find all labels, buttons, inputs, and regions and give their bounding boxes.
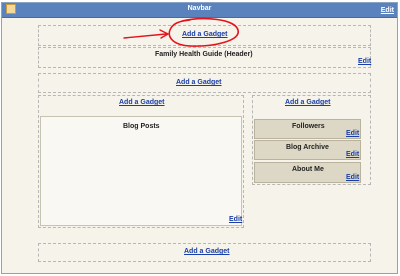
about-me-edit-link[interactable]: Edit xyxy=(346,174,359,181)
crosscolumn-gadget-slot: Add a Gadget xyxy=(38,73,371,93)
add-gadget-link-sidebar[interactable]: Add a Gadget xyxy=(285,99,331,106)
add-gadget-link-top[interactable]: Add a Gadget xyxy=(182,31,228,38)
blog-archive-edit-link[interactable]: Edit xyxy=(346,151,359,158)
blog-archive-title: Blog Archive xyxy=(286,144,329,151)
footer-gadget-slot: Add a Gadget xyxy=(38,243,371,262)
header-title: Family Health Guide (Header) xyxy=(155,51,253,58)
blog-posts-gadget: Blog Posts Edit xyxy=(40,116,242,226)
header-edit-link[interactable]: Edit xyxy=(358,58,371,65)
add-gadget-link-crosscolumn[interactable]: Add a Gadget xyxy=(176,79,222,86)
blog-archive-gadget: Blog Archive Edit xyxy=(254,140,361,160)
followers-edit-link[interactable]: Edit xyxy=(346,130,359,137)
followers-gadget: Followers Edit xyxy=(254,119,361,139)
navbar-edit-link[interactable]: Edit xyxy=(381,7,394,14)
navbar-title: Navbar xyxy=(187,5,212,12)
blog-posts-edit-link[interactable]: Edit xyxy=(229,216,242,223)
header-section: Family Health Guide (Header) Edit xyxy=(38,47,371,68)
about-me-title: About Me xyxy=(292,166,324,173)
add-gadget-link-footer[interactable]: Add a Gadget xyxy=(184,248,230,255)
about-me-gadget: About Me Edit xyxy=(254,162,361,183)
top-gadget-slot: Add a Gadget xyxy=(38,25,371,46)
blog-posts-title: Blog Posts xyxy=(123,123,160,130)
navbar: Navbar Edit xyxy=(2,3,397,18)
add-gadget-link-main[interactable]: Add a Gadget xyxy=(119,99,165,106)
followers-title: Followers xyxy=(292,123,325,130)
